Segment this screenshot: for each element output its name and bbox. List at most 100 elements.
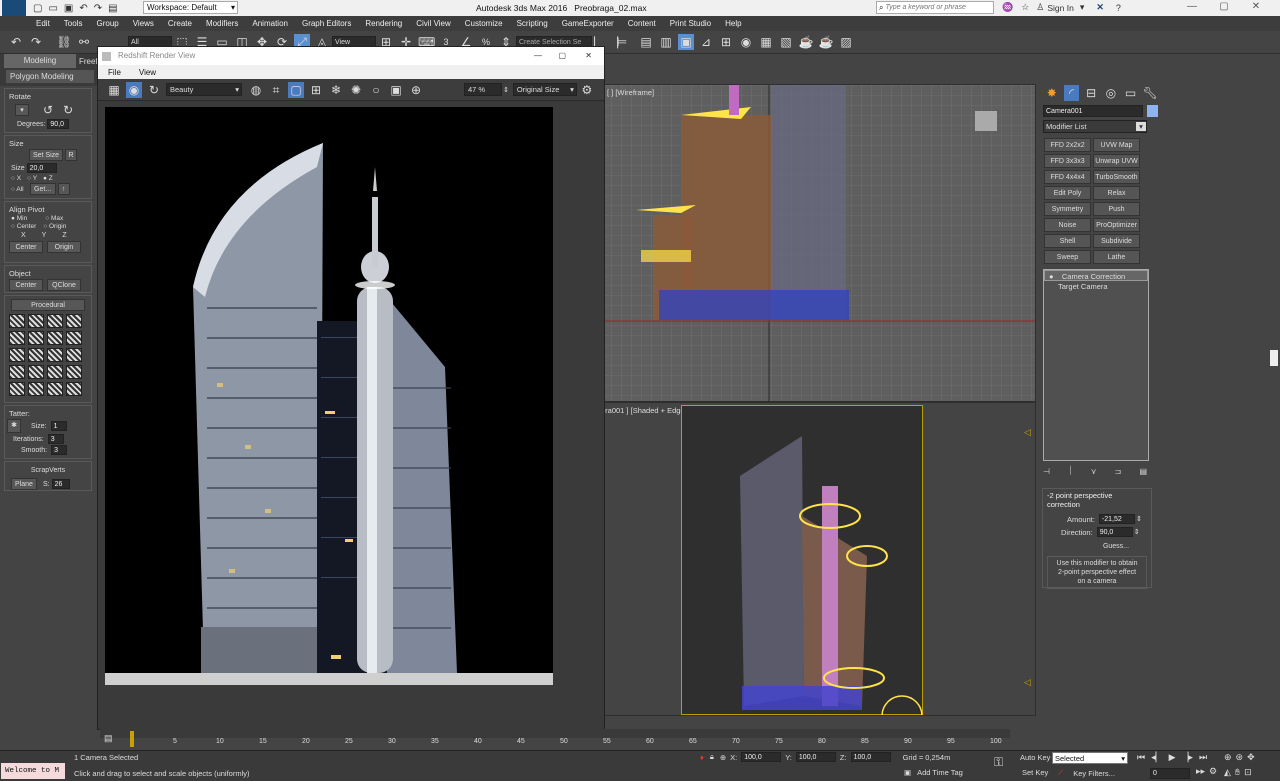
qclone-button[interactable]: QClone [47,279,81,291]
procedural-tool-icon[interactable] [47,314,63,328]
tatter-size-field[interactable]: 1 [50,421,67,431]
help-icon[interactable]: ? [1116,3,1121,13]
smooth-field[interactable]: 3 [51,445,68,455]
align-z-button[interactable]: Z [62,232,66,239]
size-mode-dropdown[interactable]: Original Size ▾ [512,83,577,96]
modifier-button-lathe[interactable]: Lathe [1093,250,1140,264]
menu-scripting[interactable]: Scripting [510,16,555,31]
get-button[interactable]: Get... [29,183,56,195]
utilities-tab-icon[interactable]: 🔧︎ [1142,85,1158,101]
material-editor-icon[interactable]: ◉ [738,34,754,50]
set-size-button[interactable]: Set Size [29,149,63,161]
configure-sets-icon[interactable]: ▤ [1139,467,1147,476]
s-field[interactable]: 26 [51,479,70,489]
modifier-button-uvw-map[interactable]: UVW Map [1093,138,1140,152]
viewcube-icon[interactable] [975,111,997,131]
amount-field[interactable]: -21,52 [1098,514,1135,524]
menu-views[interactable]: Views [126,16,161,31]
rotate-dropdown[interactable]: ▾ [15,104,29,116]
modifier-button-ffd-4x4x4[interactable]: FFD 4x4x4 [1044,170,1091,184]
rotate-ccw-icon[interactable]: ↺ [43,103,53,117]
communication-icon[interactable]: ♒ [1002,2,1013,13]
save-icon[interactable]: ▣ [64,3,73,14]
up-arrow-icon[interactable]: ↑ [57,183,70,195]
rendered-frame-icon[interactable]: ▧ [778,34,794,50]
scene-explorer-icon[interactable]: ▥ [658,34,674,50]
key-filters-button[interactable]: Key Filters... [1073,769,1115,778]
spinner-icon[interactable]: ⇕ [503,86,509,94]
motion-tab-icon[interactable]: ◎ [1103,85,1119,101]
settings-gear-icon[interactable]: ⚙ [579,82,595,98]
tatter-icon[interactable]: ✱ [7,419,21,433]
rotate-cw-icon[interactable]: ↻ [63,103,73,117]
pan-icon[interactable]: ✋︎ [1235,767,1240,778]
radio-min[interactable]: ● Min [11,215,27,222]
grid-icon[interactable]: ⊞ [308,82,324,98]
procedural-tool-icon[interactable] [28,365,44,379]
circle-icon[interactable]: ○ [368,82,384,98]
tab-modeling[interactable]: Modeling [4,54,76,68]
center-button[interactable]: Center [9,241,43,253]
menu-modifiers[interactable]: Modifiers [199,16,245,31]
close-button[interactable]: ✕ [1240,1,1272,12]
show-end-result-icon[interactable]: ⏐ [1068,466,1073,476]
modifier-button-sweep[interactable]: Sweep [1044,250,1091,264]
crop-icon[interactable]: ⌗ [268,82,284,98]
r-button[interactable]: R [65,149,77,161]
modifier-button-noise[interactable]: Noise [1044,218,1091,232]
plane-button[interactable]: Plane [11,478,37,490]
procedural-tool-icon[interactable] [9,382,25,396]
radio-z[interactable]: ● Z [43,175,53,182]
zoom-field[interactable]: 47 % [464,83,502,96]
maxscript-listener[interactable]: Welcome to M [1,763,65,779]
menu-edit[interactable]: Edit [29,16,57,31]
next-frame-icon[interactable]: ▕▸ [1181,752,1192,763]
user-icon[interactable]: ♙ [1036,2,1044,13]
redo-icon[interactable]: ↷ [94,3,102,14]
time-config-icon[interactable]: ⚙ [1209,766,1217,777]
bloom-icon[interactable]: ◍ [248,82,264,98]
make-unique-icon[interactable]: ⋎ [1091,467,1097,476]
close-button[interactable]: ✕ [585,47,592,65]
modifier-button-subdivide[interactable]: Subdivide [1093,234,1140,248]
menu-help[interactable]: Help [718,16,748,31]
go-to-start-icon[interactable]: ⏮ [1137,752,1145,763]
menu-gameexporter[interactable]: GameExporter [555,16,621,31]
modifier-button-shell[interactable]: Shell [1044,234,1091,248]
radio-origin[interactable]: ○ Origin [43,223,66,230]
key-mode-icon[interactable]: ▸▸ [1196,766,1205,777]
menu-civil-view[interactable]: Civil View [409,16,458,31]
lightbulb-icon[interactable]: ● [1049,272,1054,281]
current-frame-field[interactable]: 0 [1150,768,1190,779]
time-slider[interactable] [100,729,1010,738]
modifier-button-push[interactable]: Push [1093,202,1140,216]
menu-group[interactable]: Group [89,16,125,31]
guess-button[interactable]: Guess... [1098,541,1134,553]
add-time-tag[interactable]: Add Time Tag [917,768,963,777]
origin-button[interactable]: Origin [47,241,81,253]
search-box[interactable]: ⌕ [876,1,994,14]
radio-x[interactable]: ○ X [11,175,21,182]
zoom-icon[interactable]: ⊕ [1224,752,1232,763]
procedural-tool-icon[interactable] [47,382,63,396]
align-icon[interactable]: ⊨ [614,34,630,50]
modifier-list-dropdown[interactable]: Modifier List ▾ [1043,120,1147,133]
polygon-modeling-panel[interactable]: Polygon Modeling [6,70,94,83]
procedural-tool-icon[interactable] [66,314,82,328]
set-key-button[interactable]: Set Key [1022,768,1048,777]
procedural-tool-icon[interactable] [28,331,44,345]
hierarchy-tab-icon[interactable]: ⊟ [1083,85,1099,101]
maximize-button[interactable]: ▢ [1208,1,1240,12]
modify-tab-icon[interactable]: ◜ [1063,85,1080,101]
object-center-button[interactable]: Center [9,279,43,291]
y-field[interactable]: 100,0 [795,752,836,762]
render-setup-icon[interactable]: ▦ [758,34,774,50]
render-icon[interactable]: ☕ [798,34,814,50]
go-to-end-icon[interactable]: ⏭ [1199,752,1207,763]
stack-item-target-camera[interactable]: Target Camera [1044,281,1148,292]
aov-dropdown[interactable]: Beauty ▾ [166,83,242,96]
exchange-icon[interactable]: ✕ [1096,2,1104,13]
procedural-tool-icon[interactable] [9,365,25,379]
schematic-view-icon[interactable]: ⊞ [718,34,734,50]
render-iterative-icon[interactable]: ☕ [818,34,834,50]
